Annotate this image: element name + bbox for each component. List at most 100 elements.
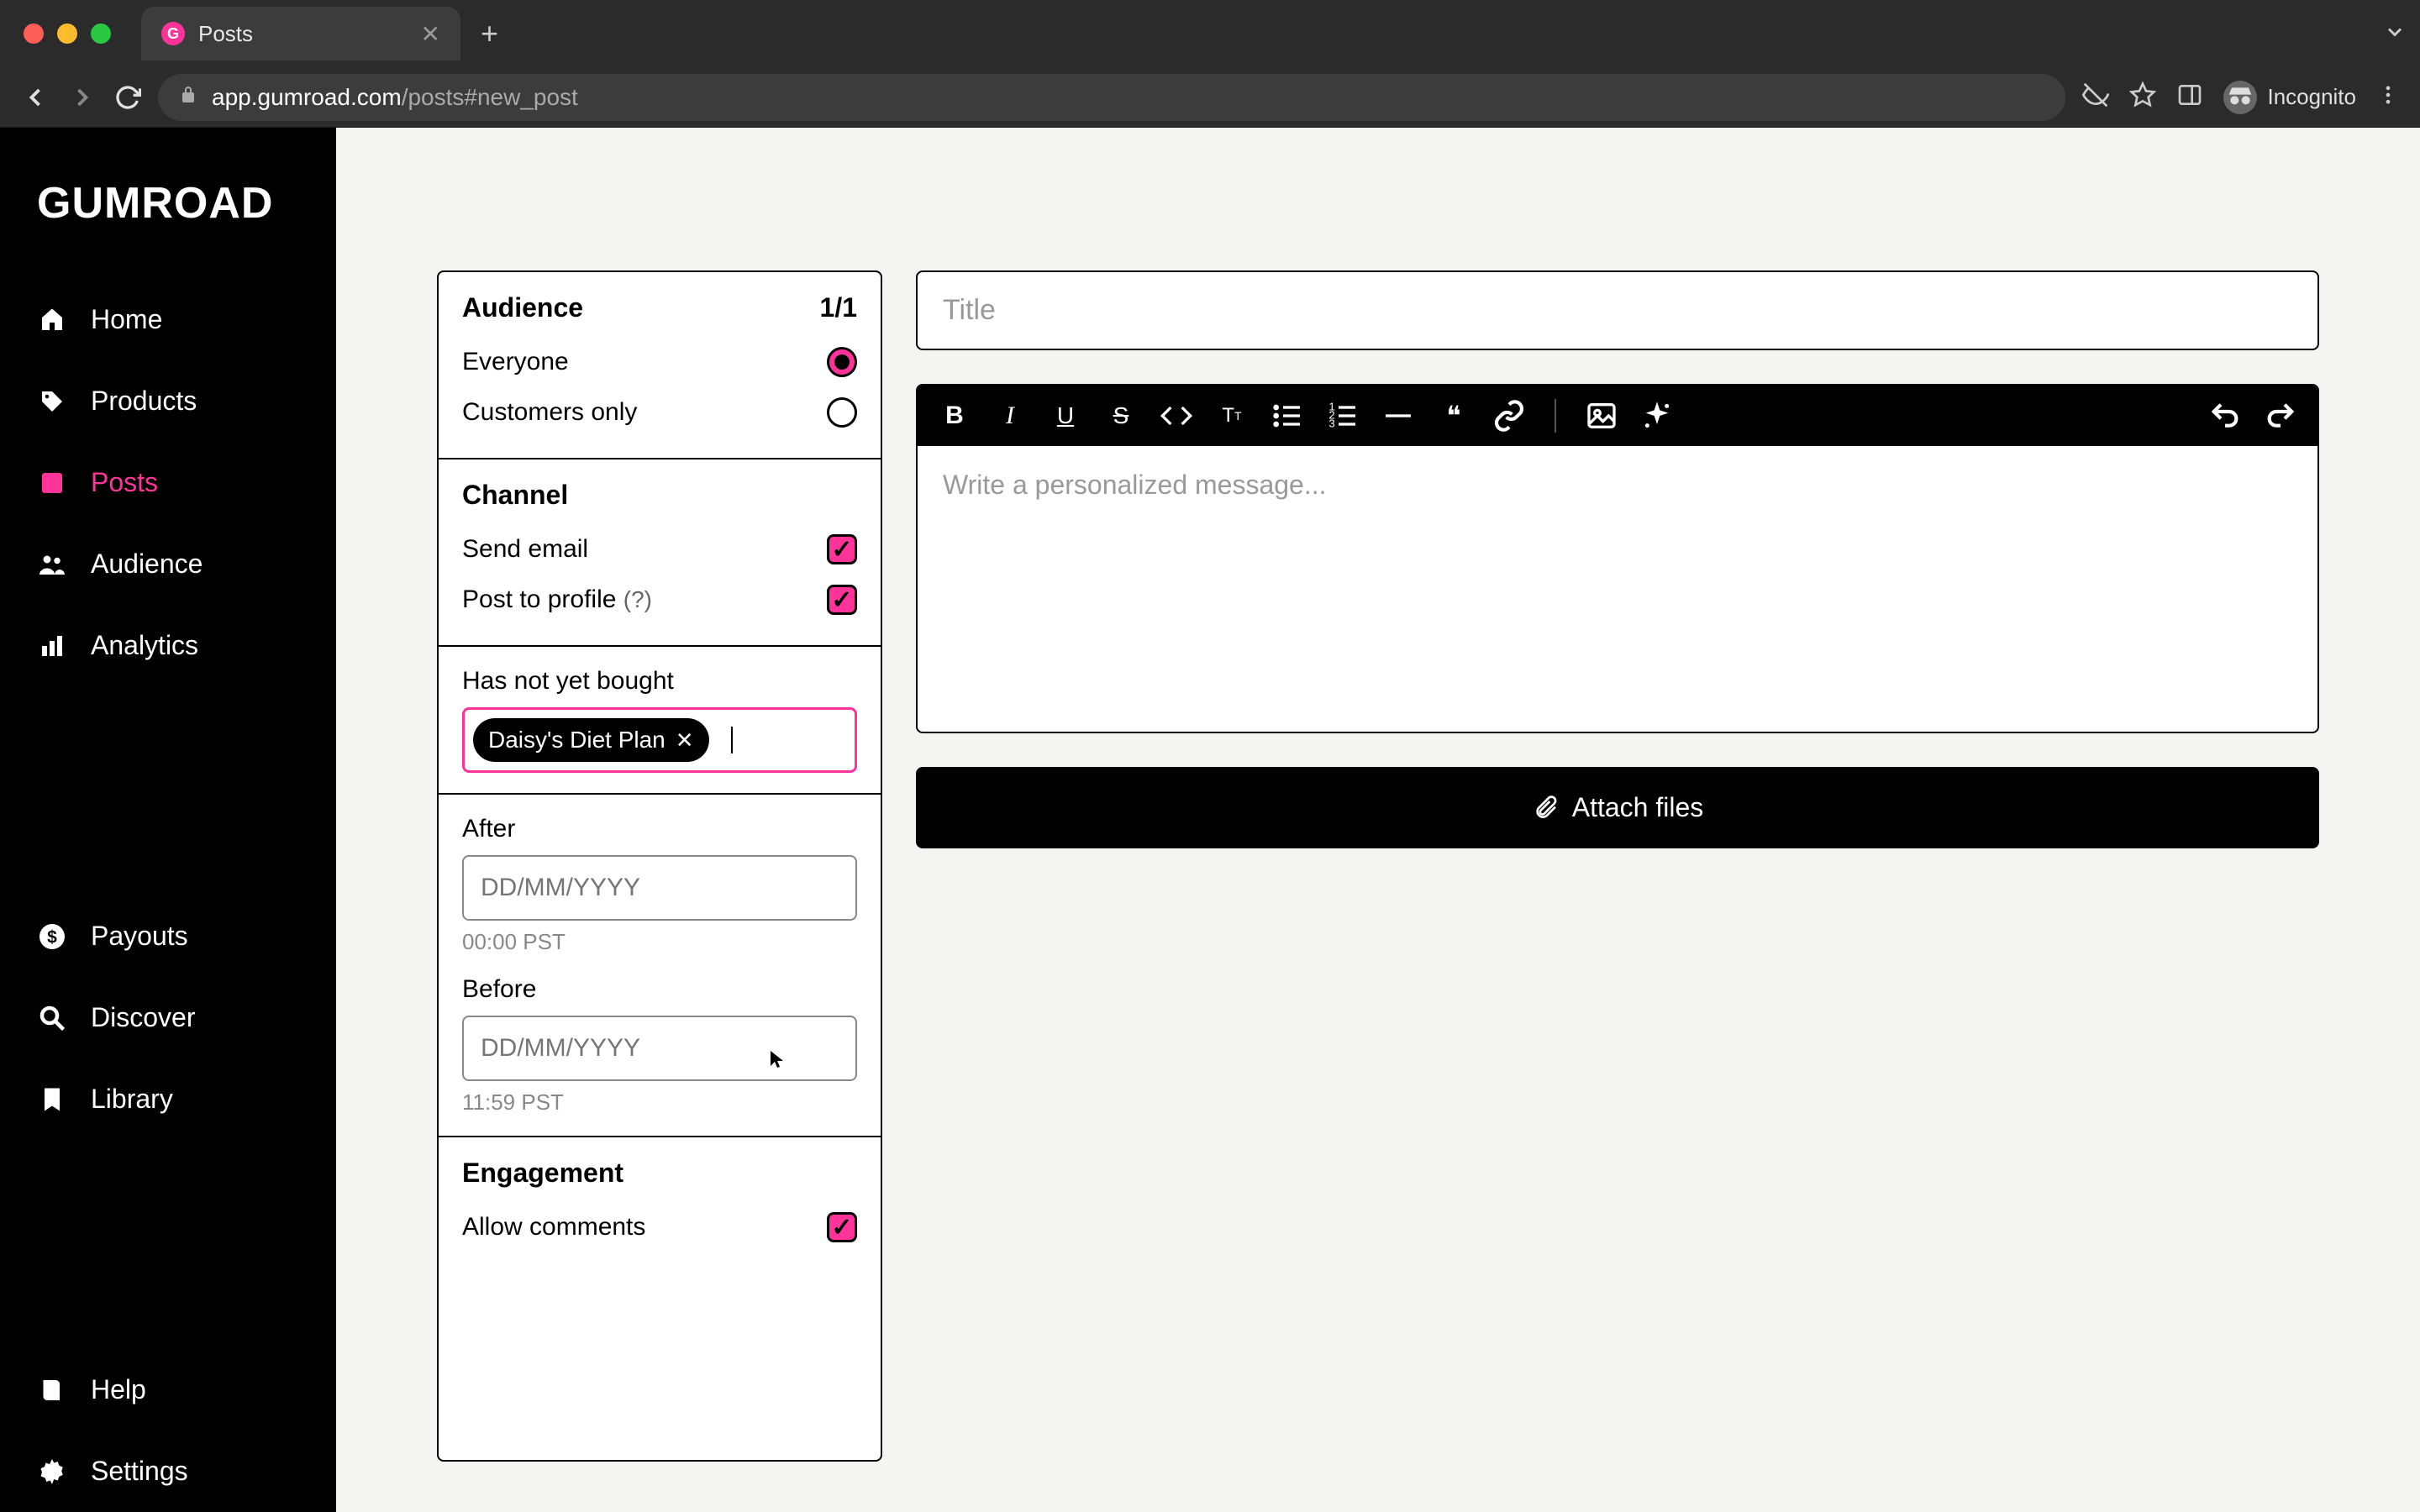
channel-section: Channel Send email ✓ Post to profile (?)…	[439, 459, 881, 647]
sidebar-item-payouts[interactable]: $ Payouts	[0, 895, 336, 977]
checkbox-allow-comments[interactable]: ✓	[827, 1212, 857, 1242]
tab-close-icon[interactable]: ✕	[421, 20, 440, 48]
help-icon[interactable]: (?)	[623, 586, 652, 612]
toolbar-separator	[1555, 399, 1556, 433]
forward-button[interactable]	[67, 82, 97, 113]
audience-customers-row[interactable]: Customers only	[462, 387, 857, 438]
numbered-list-button[interactable]: 123	[1326, 399, 1360, 433]
sidebar-item-label: Analytics	[91, 630, 198, 661]
window-maximize-button[interactable]	[91, 24, 111, 44]
search-icon	[37, 1003, 67, 1033]
after-label: After	[462, 815, 857, 843]
bold-button[interactable]: B	[938, 399, 971, 433]
strikethrough-button[interactable]: S	[1104, 399, 1138, 433]
sidebar-item-products[interactable]: Products	[0, 360, 336, 442]
browser-chrome: G Posts ✕ + app.gumroad.com/posts#new_po…	[0, 0, 2420, 128]
before-label: Before	[462, 975, 857, 1004]
send-email-row[interactable]: Send email ✓	[462, 524, 857, 575]
before-hint: 11:59 PST	[462, 1089, 857, 1116]
bookmark-icon	[37, 1084, 67, 1115]
audience-section: Audience 1/1 Everyone Customers only	[439, 272, 881, 459]
reload-button[interactable]	[114, 84, 141, 111]
text-cursor	[731, 727, 733, 753]
url-path: /posts#new_post	[402, 84, 578, 110]
sidebar-item-library[interactable]: Library	[0, 1058, 336, 1140]
editor-toolbar: B I U S TT 123 ❝	[918, 386, 2317, 446]
people-icon	[37, 549, 67, 580]
sidebar-item-discover[interactable]: Discover	[0, 977, 336, 1058]
engagement-section: Engagement Allow comments ✓	[439, 1137, 881, 1273]
allow-comments-row[interactable]: Allow comments ✓	[462, 1202, 857, 1252]
after-hint: 00:00 PST	[462, 929, 857, 955]
browser-tab[interactable]: G Posts ✕	[141, 7, 460, 60]
tag-remove-icon[interactable]: ✕	[676, 727, 694, 753]
tab-favicon: G	[161, 22, 185, 45]
svg-text:3: 3	[1328, 417, 1334, 429]
home-icon	[37, 305, 67, 335]
editor-column: Title B I U S TT 123 ❝	[916, 270, 2319, 1462]
chart-icon	[37, 631, 67, 661]
sidebar-item-label: Payouts	[91, 921, 188, 952]
new-tab-button[interactable]: +	[481, 16, 498, 51]
checkbox-post-to-profile[interactable]: ✓	[827, 585, 857, 615]
radio-everyone[interactable]	[827, 347, 857, 377]
window-minimize-button[interactable]	[57, 24, 77, 44]
sidebar-item-label: Audience	[91, 549, 203, 580]
quote-button[interactable]: ❝	[1437, 399, 1470, 433]
send-email-label: Send email	[462, 535, 588, 564]
product-tag: Daisy's Diet Plan ✕	[473, 718, 709, 762]
everyone-label: Everyone	[462, 348, 569, 376]
book-icon	[37, 1375, 67, 1405]
url-field[interactable]: app.gumroad.com/posts#new_post	[158, 74, 2065, 121]
hr-button[interactable]	[1381, 399, 1415, 433]
redo-button[interactable]	[2264, 399, 2297, 433]
sidebar-item-settings[interactable]: Settings	[0, 1431, 336, 1512]
channel-heading: Channel	[462, 480, 568, 511]
attach-files-button[interactable]: Attach files	[916, 767, 2319, 848]
sidebar-item-analytics[interactable]: Analytics	[0, 605, 336, 686]
after-date-input[interactable]	[462, 855, 857, 921]
window-close-button[interactable]	[24, 24, 44, 44]
tab-title: Posts	[198, 21, 408, 47]
sidebar-item-posts[interactable]: Posts	[0, 442, 336, 523]
lock-icon	[178, 85, 198, 109]
link-button[interactable]	[1492, 399, 1526, 433]
sidebar-item-home[interactable]: Home	[0, 279, 336, 360]
main-content: Audience 1/1 Everyone Customers only Cha…	[336, 128, 2420, 1512]
editor-body[interactable]: Write a personalized message...	[918, 446, 2317, 732]
post-to-profile-label: Post to profile	[462, 585, 616, 613]
incognito-label: Incognito	[2267, 84, 2356, 110]
sidebar: GUMROAD Home Products Posts Audience Ana…	[0, 128, 336, 1512]
back-button[interactable]	[20, 82, 50, 113]
image-button[interactable]	[1585, 399, 1618, 433]
sidebar-item-audience[interactable]: Audience	[0, 523, 336, 605]
dollar-icon: $	[37, 921, 67, 952]
menu-icon[interactable]	[2376, 83, 2400, 111]
sidebar-item-label: Posts	[91, 467, 158, 498]
title-input[interactable]: Title	[916, 270, 2319, 350]
incognito-badge[interactable]: Incognito	[2223, 81, 2356, 114]
star-icon[interactable]	[2129, 81, 2156, 113]
radio-customers-only[interactable]	[827, 397, 857, 428]
before-date-input[interactable]	[462, 1016, 857, 1081]
sidebar-item-label: Home	[91, 304, 162, 335]
tab-bar: G Posts ✕ +	[0, 0, 2420, 67]
checkbox-send-email[interactable]: ✓	[827, 534, 857, 564]
code-button[interactable]	[1160, 399, 1193, 433]
sidebar-item-label: Products	[91, 386, 197, 417]
audience-everyone-row[interactable]: Everyone	[462, 337, 857, 387]
eye-off-icon[interactable]	[2082, 81, 2109, 113]
text-size-button[interactable]: TT	[1215, 399, 1249, 433]
undo-button[interactable]	[2208, 399, 2242, 433]
allow-comments-label: Allow comments	[462, 1213, 645, 1242]
sidebar-item-help[interactable]: Help	[0, 1349, 336, 1431]
panel-icon[interactable]	[2176, 81, 2203, 113]
tabs-dropdown-icon[interactable]	[2383, 20, 2407, 48]
sparkle-button[interactable]	[1640, 399, 1674, 433]
tag-label: Daisy's Diet Plan	[488, 727, 666, 753]
italic-button[interactable]: I	[993, 399, 1027, 433]
post-to-profile-row[interactable]: Post to profile (?) ✓	[462, 575, 857, 625]
products-tag-input[interactable]: Daisy's Diet Plan ✕	[462, 707, 857, 773]
underline-button[interactable]: U	[1049, 399, 1082, 433]
bullet-list-button[interactable]	[1270, 399, 1304, 433]
